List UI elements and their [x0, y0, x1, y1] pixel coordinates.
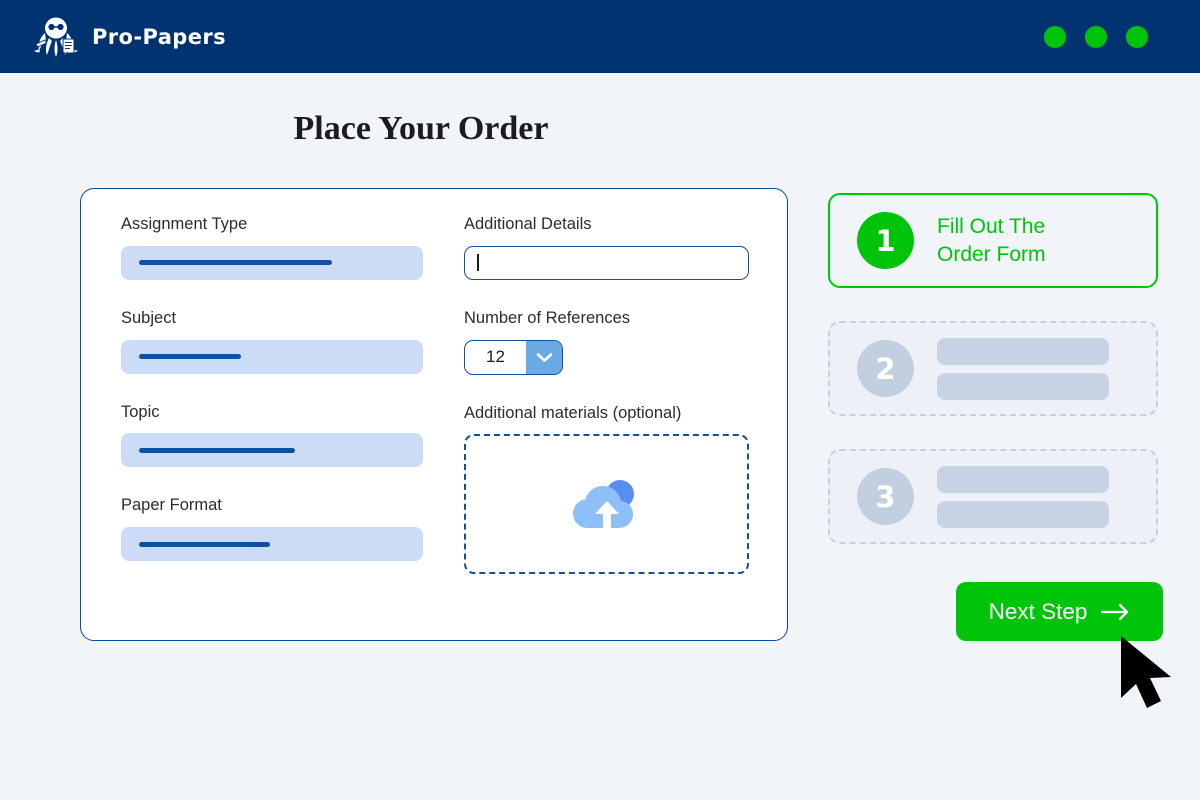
number-of-references-select[interactable]: 12 — [464, 339, 563, 375]
brand-logo[interactable]: Pro-Papers — [30, 11, 226, 63]
label-assignment-type: Assignment Type — [121, 215, 248, 233]
cloud-upload-icon — [572, 480, 634, 532]
step-1-number: 1 — [857, 212, 914, 269]
step-3-placeholder[interactable]: 3 — [828, 449, 1158, 544]
value-placeholder-bar — [139, 354, 242, 360]
field-paper-format: Paper Format — [121, 496, 423, 562]
text-caret — [477, 254, 479, 272]
step-1-label-line2: Order Form — [937, 242, 1046, 266]
label-topic: Topic — [121, 402, 160, 421]
label-additional-materials: Additional materials (optional) — [464, 403, 682, 422]
input-subject[interactable] — [121, 339, 423, 374]
step-3-number: 3 — [857, 468, 914, 525]
dropdown-toggle[interactable] — [526, 340, 562, 374]
mouse-pointer-icon — [1121, 636, 1171, 708]
brand-name: Pro-Papers — [92, 24, 227, 49]
skeleton-line — [937, 337, 1109, 365]
value-placeholder-bar — [139, 541, 270, 547]
step-1-label-line1: Fill Out The — [937, 214, 1046, 238]
label-additional-details: Additional Details — [464, 215, 592, 233]
next-step-label: Next Step — [988, 598, 1088, 624]
status-dot-2[interactable] — [1085, 25, 1107, 48]
header-status-dots — [1044, 25, 1148, 48]
status-dot-3[interactable] — [1126, 25, 1148, 48]
step-3-skeleton — [937, 465, 1109, 528]
skeleton-line — [937, 465, 1109, 493]
step-2-number: 2 — [857, 340, 914, 397]
label-number-of-references: Number of References — [464, 308, 630, 327]
additional-details-input[interactable] — [464, 245, 749, 280]
form-right-column: Additional Details Number of References … — [464, 215, 749, 575]
skeleton-line — [937, 372, 1109, 400]
field-topic: Topic — [121, 403, 423, 468]
field-additional-details: Additional Details — [464, 215, 749, 280]
next-step-button[interactable]: Next Step — [956, 582, 1163, 641]
input-assignment-type[interactable] — [121, 245, 423, 280]
app-page: Pro-Papers Place Your Order Assignment T… — [0, 0, 1200, 800]
step-2-skeleton — [937, 337, 1109, 400]
field-number-of-references: Number of References 12 — [464, 309, 749, 375]
form-left-column: Assignment Type Subject Topic Paper Form… — [121, 215, 423, 562]
number-of-references-value: 12 — [486, 347, 505, 367]
chevron-down-icon — [536, 352, 552, 362]
site-header: Pro-Papers — [0, 0, 1200, 73]
input-paper-format[interactable] — [121, 527, 423, 562]
page-title: Place Your Order — [293, 110, 549, 147]
steps-sidebar: 1 Fill Out The Order Form 2 3 — [828, 193, 1158, 577]
input-topic[interactable] — [121, 433, 423, 468]
octopus-mascot-logo — [33, 17, 79, 57]
arrow-right-icon — [1101, 603, 1129, 620]
field-additional-materials: Additional materials (optional) — [464, 404, 749, 575]
value-placeholder-bar — [139, 260, 333, 266]
step-1-fill-out-order-form[interactable]: 1 Fill Out The Order Form — [828, 193, 1158, 288]
step-1-label: Fill Out The Order Form — [937, 213, 1046, 268]
file-dropzone[interactable] — [464, 434, 749, 575]
step-2-placeholder[interactable]: 2 — [828, 321, 1158, 416]
value-placeholder-bar — [139, 447, 296, 453]
field-subject: Subject — [121, 309, 423, 374]
label-subject: Subject — [121, 308, 177, 327]
status-dot-1[interactable] — [1044, 25, 1066, 48]
skeleton-line — [937, 500, 1109, 528]
order-form-card: Assignment Type Subject Topic Paper Form… — [80, 188, 788, 641]
label-paper-format: Paper Format — [121, 496, 222, 515]
field-assignment-type: Assignment Type — [121, 215, 423, 280]
